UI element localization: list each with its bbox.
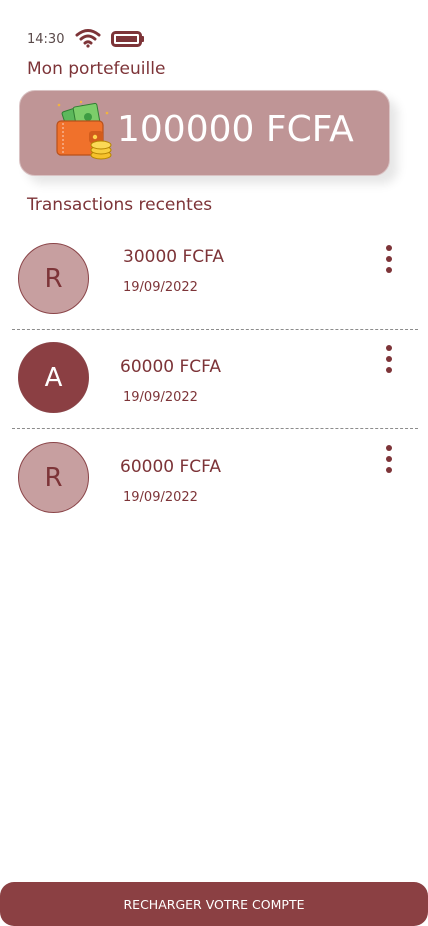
- transaction-amount: 30000 FCFA: [123, 247, 224, 267]
- transaction-item[interactable]: A 60000 FCFA 19/09/2022: [0, 330, 428, 430]
- status-time: 14:30: [27, 32, 65, 47]
- recharge-account-button[interactable]: RECHARGER VOTRE COMPTE: [0, 882, 428, 926]
- transaction-amount: 60000 FCFA: [120, 357, 221, 377]
- transactions-section-label: Transactions recentes: [27, 195, 213, 215]
- transaction-item[interactable]: R 60000 FCFA 19/09/2022: [0, 430, 428, 530]
- wifi-icon: [75, 29, 101, 48]
- avatar: R: [18, 442, 89, 513]
- battery-icon: [111, 31, 144, 47]
- wallet-card: 100000 FCFA: [19, 90, 390, 176]
- more-options-icon[interactable]: [380, 244, 398, 274]
- avatar: A: [18, 342, 89, 413]
- divider: [12, 428, 418, 429]
- transaction-date: 19/09/2022: [123, 390, 198, 405]
- avatar: R: [18, 243, 89, 314]
- more-options-icon[interactable]: [380, 444, 398, 474]
- transaction-item[interactable]: R 30000 FCFA 19/09/2022: [0, 230, 428, 330]
- more-options-icon[interactable]: [380, 344, 398, 374]
- transaction-date: 19/09/2022: [123, 280, 198, 295]
- transaction-amount: 60000 FCFA: [120, 457, 221, 477]
- wallet-balance: 100000 FCFA: [117, 109, 354, 150]
- wallet-icon: [56, 100, 112, 160]
- status-bar: 14:30: [27, 28, 167, 50]
- wallet-section-label: Mon portefeuille: [27, 59, 166, 79]
- transaction-date: 19/09/2022: [123, 490, 198, 505]
